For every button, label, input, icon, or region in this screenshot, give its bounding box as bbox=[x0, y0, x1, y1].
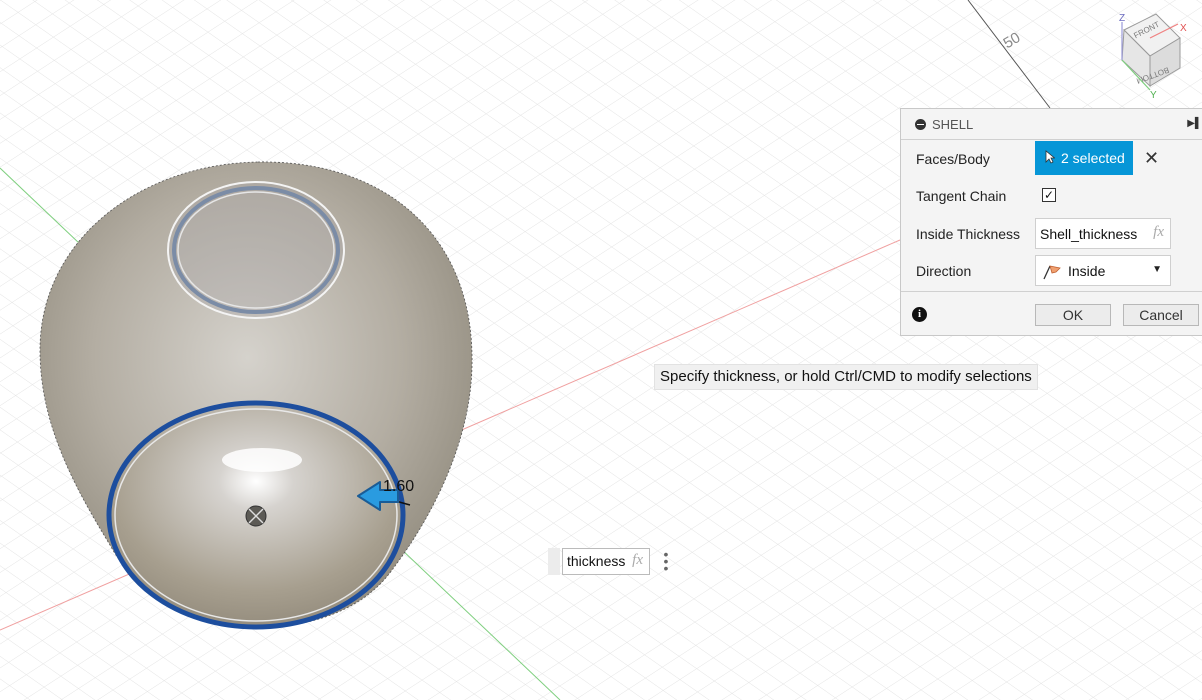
selection-count: 2 selected bbox=[1061, 150, 1125, 166]
chevron-down-icon: ▼ bbox=[1152, 264, 1162, 275]
tangent-chain-row: Tangent Chain bbox=[916, 186, 1006, 206]
scene-3d[interactable]: 50 bbox=[0, 0, 1202, 700]
drag-grip[interactable] bbox=[548, 548, 560, 575]
cancel-button[interactable]: Cancel bbox=[1123, 304, 1199, 326]
circle-minus-icon[interactable] bbox=[915, 118, 926, 130]
inside-thickness-label: Inside Thickness bbox=[916, 226, 1021, 242]
faces-body-label: Faces/Body bbox=[916, 151, 990, 167]
axis-y-label: Y bbox=[1150, 90, 1157, 100]
inside-thickness-value: Shell_thickness bbox=[1040, 225, 1138, 242]
direction-value: Inside bbox=[1068, 262, 1106, 279]
tangent-chain-checkbox[interactable]: ✓ bbox=[1042, 188, 1056, 202]
inline-thickness-input[interactable]: thickness fx • • • bbox=[548, 547, 680, 575]
cursor-arrow-icon bbox=[1045, 149, 1056, 167]
direction-row: Direction bbox=[916, 261, 971, 281]
highlight bbox=[222, 448, 302, 472]
fx-icon[interactable]: fx bbox=[632, 552, 643, 569]
faces-body-row: Faces/Body bbox=[916, 149, 990, 169]
shell-dialog: SHELL ▶▌ Faces/Body 2 selected ✕ Tangent… bbox=[900, 108, 1202, 336]
dialog-titlebar[interactable]: SHELL ▶▌ bbox=[901, 109, 1202, 140]
dialog-footer: i OK Cancel bbox=[901, 291, 1202, 338]
dialog-title: SHELL bbox=[932, 116, 974, 132]
inside-thickness-input[interactable]: Shell_thickness fx bbox=[1035, 218, 1171, 249]
flag-direction-icon bbox=[1042, 262, 1062, 280]
fx-icon[interactable]: fx bbox=[1153, 224, 1164, 241]
vertical-dots-icon[interactable]: • • • bbox=[660, 547, 672, 575]
close-icon[interactable]: ✕ bbox=[1144, 149, 1159, 167]
hint-tooltip: Specify thickness, or hold Ctrl/CMD to m… bbox=[654, 364, 1038, 390]
ok-button[interactable]: OK bbox=[1035, 304, 1111, 326]
viewcube[interactable]: FRONT BOTTOM Z X Y bbox=[1110, 8, 1190, 101]
inline-thickness-value: thickness bbox=[567, 553, 626, 569]
info-icon[interactable]: i bbox=[912, 307, 927, 322]
top-face-ring-outer bbox=[167, 181, 345, 319]
faces-body-selection-button[interactable]: 2 selected bbox=[1035, 141, 1133, 175]
axis-x-label: X bbox=[1180, 23, 1187, 34]
dimension-value-label: 1.60 bbox=[383, 478, 415, 495]
inside-thickness-row: Inside Thickness bbox=[916, 224, 1020, 244]
direction-dropdown[interactable]: Inside ▼ bbox=[1035, 255, 1171, 286]
inline-thickness-field[interactable]: thickness fx bbox=[562, 548, 650, 575]
canvas-viewport[interactable]: 50 1.60 FRONT BOTTOM Z X Y SHELL ▶▌ Face… bbox=[0, 0, 1202, 700]
direction-label: Direction bbox=[916, 263, 972, 279]
tangent-chain-label: Tangent Chain bbox=[916, 188, 1007, 204]
axis-z-label: Z bbox=[1119, 13, 1125, 24]
expand-arrow-icon[interactable]: ▶▌ bbox=[1187, 118, 1202, 129]
